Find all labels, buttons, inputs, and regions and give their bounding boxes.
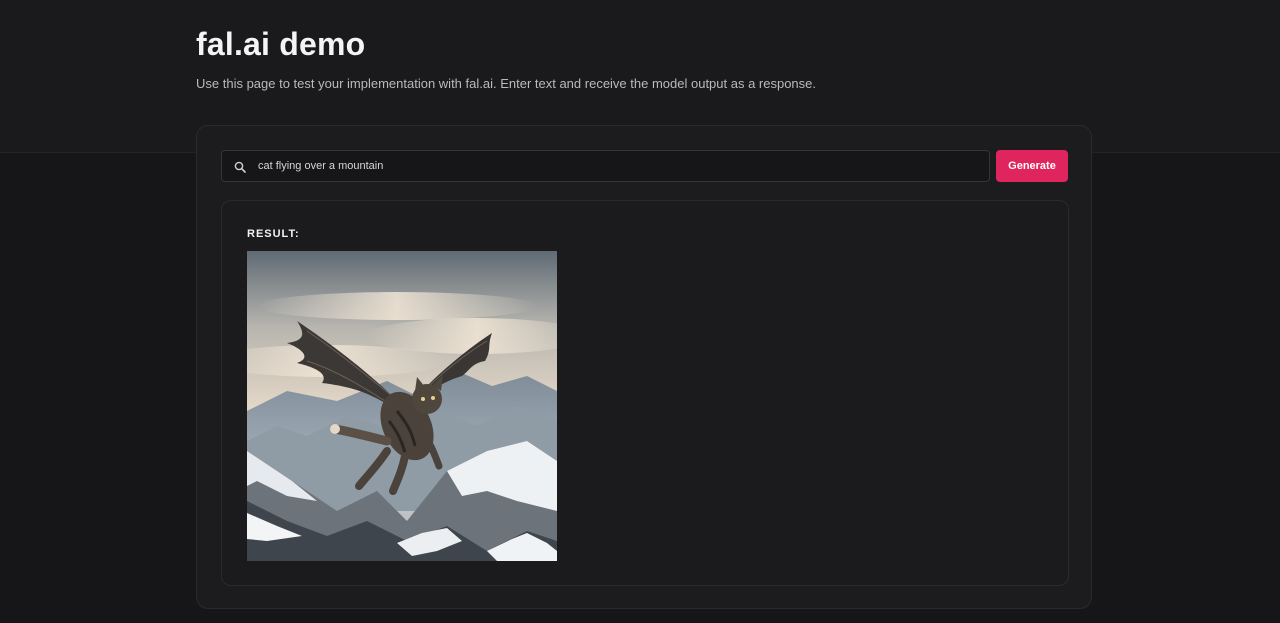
search-box[interactable]: [221, 150, 990, 182]
search-icon: [234, 160, 246, 173]
result-panel: RESULT:: [221, 200, 1069, 586]
page-description: Use this page to test your implementatio…: [196, 76, 817, 91]
result-label: RESULT:: [247, 228, 300, 240]
page: fal.ai demo Use this page to test your i…: [0, 0, 1280, 623]
result-image: [247, 251, 557, 561]
search-input[interactable]: [258, 151, 978, 181]
generated-image: [247, 251, 557, 561]
demo-card: Generate RESULT:: [196, 125, 1092, 609]
generate-button[interactable]: Generate: [996, 150, 1068, 182]
page-title: fal.ai demo: [196, 26, 366, 62]
